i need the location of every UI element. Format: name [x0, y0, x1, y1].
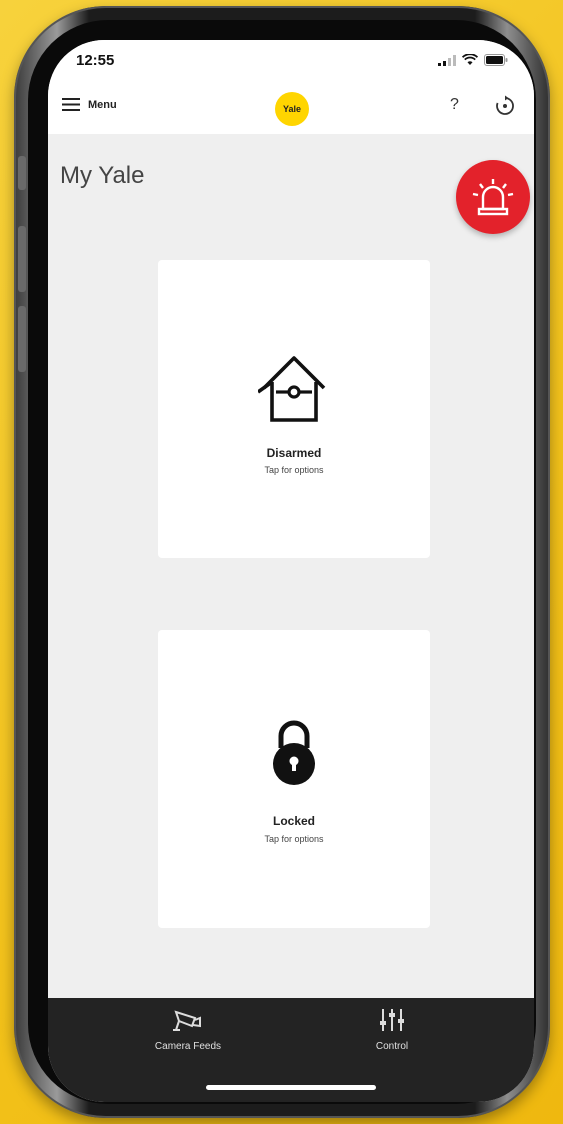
menu-button[interactable]: Menu [62, 98, 117, 111]
app-header: Menu Yale ? [48, 84, 534, 134]
status-bar: 12:55 [48, 40, 534, 84]
tab-control[interactable]: Control [322, 1008, 462, 1052]
status-icons [438, 54, 508, 66]
lock-hint-text: Tap for options [264, 834, 324, 844]
siren-icon [472, 179, 514, 216]
wifi-icon [462, 54, 478, 65]
signal-icon [438, 54, 456, 66]
lock-status-card[interactable]: Locked Tap for options [158, 630, 430, 928]
home-indicator [206, 1085, 376, 1090]
lock-status-text: Locked [272, 814, 315, 828]
tab-label-control: Control [375, 1041, 409, 1052]
app-screen: 12:55 Menu Yale ? My Yale Disarmed Tap f… [48, 40, 534, 1102]
menu-label: Menu [88, 98, 117, 111]
sliders-icon [380, 1009, 404, 1031]
camera-icon [173, 1010, 201, 1031]
alarm-hint-text: Tap for options [264, 465, 324, 475]
status-time: 12:55 [76, 52, 115, 69]
alarm-status-card[interactable]: Disarmed Tap for options [158, 260, 430, 558]
bottom-tab-bar: Camera Feeds Control [48, 998, 534, 1102]
battery-icon [484, 54, 508, 66]
hamburger-icon [62, 98, 80, 111]
mute-switch [18, 156, 26, 190]
yale-logo: Yale [275, 92, 309, 126]
padlock-icon [273, 720, 315, 785]
logo-text: Yale [282, 104, 302, 114]
help-button[interactable]: ? [450, 96, 459, 114]
volume-up-button [18, 226, 26, 292]
house-alarm-icon [258, 356, 326, 422]
alarm-status-text: Disarmed [266, 446, 322, 460]
panic-alarm-button[interactable] [456, 160, 530, 234]
page-title: My Yale [60, 162, 145, 189]
volume-down-button [18, 306, 26, 372]
tab-label-camera-feeds: Camera Feeds [154, 1041, 222, 1052]
refresh-icon[interactable] [494, 95, 516, 117]
tab-camera-feeds[interactable]: Camera Feeds [118, 1008, 258, 1052]
